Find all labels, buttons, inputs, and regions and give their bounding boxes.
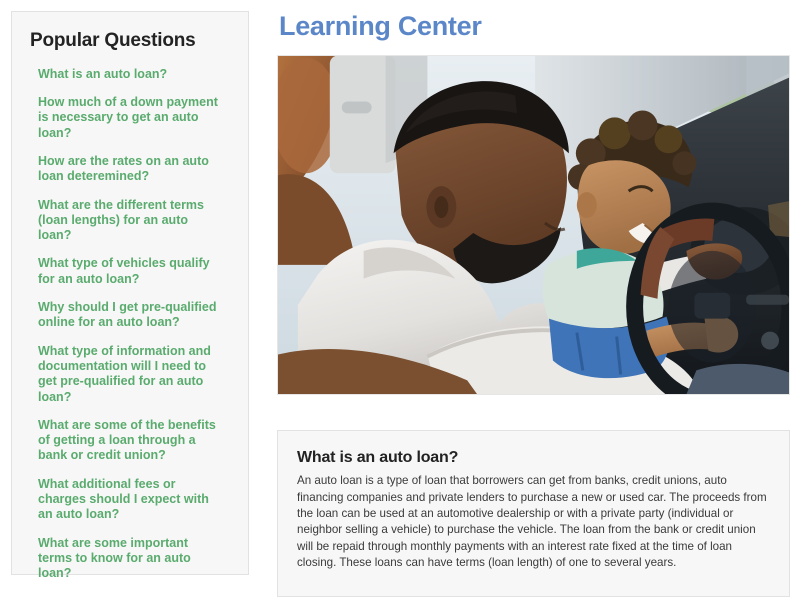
- list-item: What additional fees or charges should I…: [38, 477, 234, 523]
- list-item: Why should I get pre-qualified online fo…: [38, 300, 234, 331]
- hero-image: [277, 55, 790, 395]
- hero-image-illustration: [278, 56, 789, 394]
- question-link-6[interactable]: Why should I get pre-qualified online fo…: [38, 300, 218, 331]
- question-link-1[interactable]: What is an auto loan?: [38, 67, 218, 82]
- list-item: What type of vehicles qualify for an aut…: [38, 256, 234, 287]
- list-item: What are some of the benefits of getting…: [38, 418, 234, 464]
- question-link-4[interactable]: What are the different terms (loan lengt…: [38, 198, 218, 244]
- question-link-3[interactable]: How are the rates on an auto loan detere…: [38, 154, 218, 185]
- question-link-10[interactable]: What are some important terms to know fo…: [38, 536, 218, 582]
- list-item: What are some important terms to know fo…: [38, 536, 234, 582]
- popular-questions-heading: Popular Questions: [30, 30, 196, 51]
- article-card: What is an auto loan? An auto loan is a …: [277, 430, 790, 597]
- article-body: An auto loan is a type of loan that borr…: [297, 474, 767, 570]
- main-content: Learning Center What is an auto loan? An…: [277, 0, 800, 611]
- article-heading: What is an auto loan?: [297, 449, 459, 466]
- question-link-2[interactable]: How much of a down payment is necessary …: [38, 95, 218, 141]
- question-link-9[interactable]: What additional fees or charges should I…: [38, 477, 218, 523]
- list-item: How much of a down payment is necessary …: [38, 95, 234, 141]
- popular-questions-panel: Popular Questions What is an auto loan? …: [11, 11, 249, 580]
- list-item: What type of information and documentati…: [38, 344, 234, 405]
- popular-questions-list: What is an auto loan? How much of a down…: [26, 67, 234, 582]
- learning-center-page: Popular Questions What is an auto loan? …: [0, 0, 800, 611]
- page-title: Learning Center: [279, 11, 482, 41]
- list-item: What is an auto loan?: [38, 67, 234, 82]
- question-link-7[interactable]: What type of information and documentati…: [38, 344, 218, 405]
- list-item: What are the different terms (loan lengt…: [38, 198, 234, 244]
- question-link-8[interactable]: What are some of the benefits of getting…: [38, 418, 218, 464]
- list-item: How are the rates on an auto loan detere…: [38, 154, 234, 185]
- question-link-5[interactable]: What type of vehicles qualify for an aut…: [38, 256, 218, 287]
